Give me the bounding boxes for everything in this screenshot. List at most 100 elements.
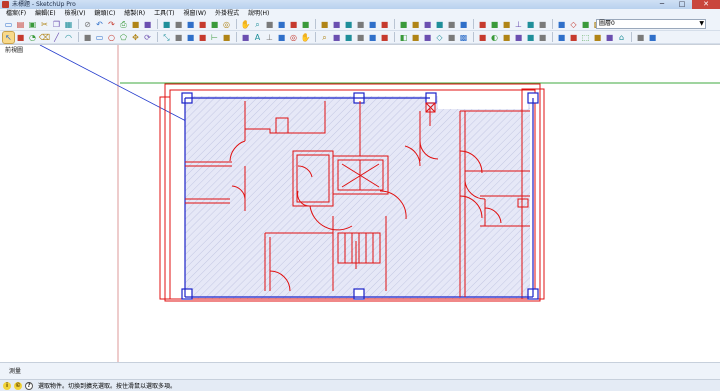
top-view-icon[interactable]: ■ — [513, 32, 524, 43]
make-component-icon[interactable]: ■ — [15, 32, 26, 43]
dimension-icon[interactable]: ■ — [477, 19, 488, 30]
xray-icon[interactable]: ■ — [537, 19, 548, 30]
rectangle-icon[interactable]: ▭ — [94, 32, 105, 43]
orbit-icon[interactable]: ◎ — [288, 32, 299, 43]
offset-icon[interactable]: ■ — [446, 19, 457, 30]
text-icon[interactable]: A — [252, 32, 263, 43]
tape-measure-icon[interactable]: ⊢ — [209, 32, 220, 43]
zoom-extents-icon[interactable]: ■ — [276, 19, 287, 30]
outliner-icon[interactable]: ■ — [209, 19, 220, 30]
tape-icon[interactable]: ■ — [489, 19, 500, 30]
dimension-icon[interactable]: ■ — [221, 32, 232, 43]
pan-icon[interactable]: ✋ — [240, 19, 251, 30]
push-pull-icon[interactable]: ■ — [185, 32, 196, 43]
freehand-icon[interactable]: ■ — [82, 32, 93, 43]
monochrome-icon[interactable]: ◐ — [489, 32, 500, 43]
wireframe-icon[interactable]: ◇ — [434, 32, 445, 43]
move-icon[interactable]: ✥ — [130, 32, 141, 43]
layer-dropdown[interactable]: 圖層0 ▼ — [596, 19, 706, 29]
cut-icon[interactable]: ✂ — [39, 19, 50, 30]
styles-icon[interactable]: ■ — [355, 19, 366, 30]
undo-icon[interactable]: ↶ — [94, 19, 105, 30]
drawing-viewport[interactable] — [0, 44, 720, 363]
walk-icon[interactable]: ■ — [367, 32, 378, 43]
redo-icon[interactable]: ↷ — [106, 19, 117, 30]
iso-view-icon[interactable]: ■ — [501, 32, 512, 43]
print-icon[interactable]: ⎙ — [118, 19, 129, 30]
soften-icon[interactable]: ■ — [197, 19, 208, 30]
pan-icon[interactable]: ✋ — [300, 32, 311, 43]
zoom-icon[interactable]: ⌕ — [319, 32, 330, 43]
components-icon[interactable]: ■ — [343, 19, 354, 30]
circle-icon[interactable]: ○ — [106, 32, 117, 43]
right-view-icon[interactable]: ■ — [537, 32, 548, 43]
save-icon[interactable]: ▣ — [27, 19, 38, 30]
shaded-textures-icon[interactable]: ■ — [477, 32, 488, 43]
menu-draw[interactable]: 繪製(R) — [124, 9, 145, 18]
close-button[interactable]: ✕ — [692, 0, 720, 9]
open-icon[interactable]: ▤ — [15, 19, 26, 30]
position-camera-icon[interactable]: ■ — [379, 19, 390, 30]
next-view-icon[interactable]: ■ — [300, 19, 311, 30]
credits-icon[interactable]: © — [14, 381, 22, 390]
hidden-line-icon[interactable]: ■ — [580, 19, 591, 30]
share-model-icon[interactable]: ■ — [635, 32, 646, 43]
shaded-icon[interactable]: ▩ — [458, 32, 469, 43]
menu-view[interactable]: 檢視(V) — [65, 9, 86, 18]
arc-icon[interactable]: ◠ — [63, 32, 74, 43]
zoom-window-icon[interactable]: ■ — [331, 32, 342, 43]
section-plane-icon[interactable]: ◧ — [398, 32, 409, 43]
axes-icon[interactable]: ⊥ — [264, 32, 275, 43]
menu-camera[interactable]: 鏡頭(C) — [94, 9, 115, 18]
perspective-icon[interactable]: ⬚ — [580, 32, 591, 43]
extension-icon[interactable]: ■ — [647, 32, 658, 43]
menu-help[interactable]: 說明(H) — [248, 9, 269, 18]
photo-texture-icon[interactable]: ■ — [604, 32, 615, 43]
back-edges-icon[interactable]: ■ — [422, 32, 433, 43]
rotate-icon[interactable]: ⟳ — [142, 32, 153, 43]
back-view-icon[interactable]: ■ — [556, 32, 567, 43]
menu-plugins[interactable]: 外掛程式 — [215, 9, 239, 18]
follow-me-icon[interactable]: ■ — [434, 19, 445, 30]
help-icon[interactable]: ? — [25, 381, 33, 390]
new-icon[interactable]: ▭ — [3, 19, 14, 30]
axes-icon[interactable]: ⊥ — [513, 19, 524, 30]
select-icon[interactable]: ↖ — [2, 30, 15, 44]
paste-icon[interactable]: ▦ — [63, 19, 74, 30]
minimize-button[interactable]: ─ — [652, 0, 672, 9]
materials-icon[interactable]: ■ — [331, 19, 342, 30]
fog-icon[interactable]: ■ — [142, 19, 153, 30]
time-slider-icon[interactable]: ■ — [161, 19, 172, 30]
copy-icon[interactable]: ❐ — [51, 19, 62, 30]
left-view-icon[interactable]: ■ — [568, 32, 579, 43]
walk-icon[interactable]: ■ — [398, 19, 409, 30]
geo-location-icon[interactable]: ■ — [592, 32, 603, 43]
menu-file[interactable]: 檔案(F) — [6, 9, 26, 18]
geo-location-icon[interactable]: i — [3, 381, 11, 390]
menu-edit[interactable]: 編輯(E) — [35, 9, 55, 18]
protractor-icon[interactable]: ■ — [240, 32, 251, 43]
layer-icon[interactable]: ■ — [185, 19, 196, 30]
orbit-icon[interactable]: ◎ — [221, 19, 232, 30]
shadow-icon[interactable]: ■ — [130, 19, 141, 30]
eraser-icon[interactable]: ⌫ — [39, 32, 50, 43]
scenes-icon[interactable]: ■ — [367, 19, 378, 30]
standard-view-icon[interactable]: ■ — [319, 19, 330, 30]
menu-tools[interactable]: 工具(T) — [154, 9, 174, 18]
erase-icon[interactable]: ⊘ — [82, 19, 93, 30]
polygon-icon[interactable]: ⬠ — [118, 32, 129, 43]
xray-icon[interactable]: ■ — [410, 32, 421, 43]
front-view-icon[interactable]: ■ — [525, 32, 536, 43]
3d-text-icon[interactable]: ■ — [276, 32, 287, 43]
follow-me-icon[interactable]: ■ — [197, 32, 208, 43]
3d-text-icon[interactable]: ■ — [525, 19, 536, 30]
zoom-icon[interactable]: ⌕ — [252, 19, 263, 30]
zoom-extents-icon[interactable]: ■ — [343, 32, 354, 43]
previous-view-icon[interactable]: ■ — [288, 19, 299, 30]
wireframe-icon[interactable]: ◇ — [568, 19, 579, 30]
back-edges-icon[interactable]: ■ — [556, 19, 567, 30]
paint-bucket-icon[interactable]: ◔ — [27, 32, 38, 43]
sandbox-icon[interactable]: ■ — [458, 19, 469, 30]
zoom-window-icon[interactable]: ■ — [264, 19, 275, 30]
protractor-icon[interactable]: ■ — [501, 19, 512, 30]
